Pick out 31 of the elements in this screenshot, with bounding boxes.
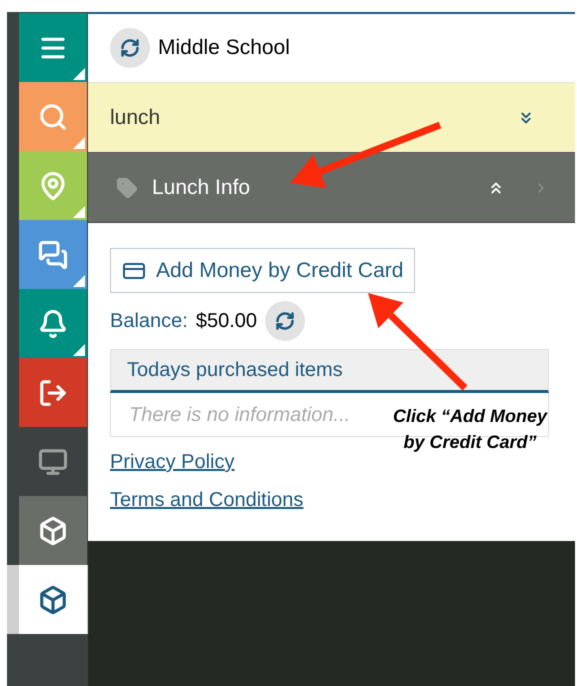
footer-link[interactable]: Terms and Conditions: [110, 485, 304, 515]
add-money-button[interactable]: Add Money by Credit Card: [110, 248, 416, 293]
footer-link[interactable]: Privacy Policy: [110, 447, 304, 477]
sidebar-tile[interactable]: [19, 82, 87, 151]
monitor-icon: [38, 446, 68, 476]
balance-value: $50.00: [196, 309, 258, 334]
balance-label: Balance:: [110, 309, 188, 334]
table-header: Todays purchased items: [110, 349, 549, 393]
search-field[interactable]: lunch: [88, 83, 575, 153]
refresh-icon: [120, 38, 140, 58]
sidebar-tile[interactable]: [19, 358, 87, 427]
sidebar-tile[interactable]: [19, 151, 87, 220]
sidebar-tile[interactable]: [19, 496, 87, 565]
refresh-icon: [275, 311, 296, 331]
school-name: Middle School: [158, 35, 290, 62]
cube-icon: [38, 584, 68, 614]
sidebar-tile[interactable]: [19, 565, 87, 634]
search-input[interactable]: lunch: [110, 102, 517, 134]
bell-icon: [38, 308, 68, 338]
section-header[interactable]: Lunch Info: [88, 153, 575, 223]
tags-icon: [116, 176, 138, 198]
sidebar-tile[interactable]: [19, 220, 87, 289]
refresh-button[interactable]: [110, 28, 150, 68]
chat-bubbles-icon: [38, 240, 68, 270]
search-icon: [38, 102, 68, 132]
refresh-button[interactable]: [265, 301, 306, 341]
sidebar-tile[interactable]: [19, 289, 87, 358]
cube-icon: [38, 516, 68, 546]
section-title: Lunch Info: [152, 174, 252, 201]
sidebar-tile[interactable]: [19, 13, 87, 82]
annotation-text: Click “Add Money by Credit Card”: [392, 405, 549, 454]
